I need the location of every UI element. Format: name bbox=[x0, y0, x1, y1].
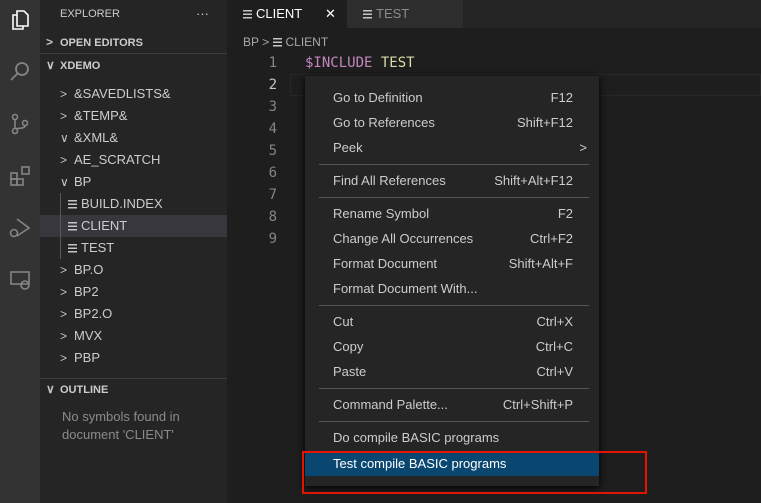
tree-item[interactable]: BUILD.INDEX bbox=[40, 193, 227, 215]
menu-item[interactable]: Go to References Shift+F12 bbox=[305, 111, 599, 135]
line-number: 6 bbox=[268, 165, 277, 181]
file-icon bbox=[68, 222, 77, 232]
explorer-sidebar: EXPLORER ··· > OPEN EDITORS ∨ XDEMO > &SAVE… bbox=[40, 0, 227, 503]
code-keyword: $INCLUDE bbox=[305, 55, 373, 71]
menu-shortcut: Ctrl+Shift+P bbox=[502, 397, 573, 412]
tab-bar: CLIENT ✕ TEST bbox=[227, 0, 761, 28]
search-icon[interactable] bbox=[4, 56, 36, 88]
file-icon bbox=[243, 10, 252, 20]
file-icon bbox=[68, 200, 77, 210]
menu-shortcut: Shift+Alt+F12 bbox=[494, 173, 573, 188]
menu-item[interactable]: Peek > bbox=[305, 136, 599, 160]
code-argument: TEST bbox=[380, 55, 415, 71]
remote-explorer-icon[interactable] bbox=[4, 264, 36, 296]
explorer-icon[interactable] bbox=[4, 4, 36, 36]
line-number: 7 bbox=[268, 187, 277, 203]
code-line-1[interactable]: $INCLUDE TEST bbox=[305, 52, 415, 74]
breadcrumb-separator: > bbox=[262, 35, 270, 49]
line-number: 5 bbox=[268, 143, 277, 159]
tree-item[interactable]: ∨ BP bbox=[40, 171, 227, 193]
chevron-right-icon: > bbox=[60, 329, 68, 343]
chevron-down-icon: ∨ bbox=[46, 58, 55, 72]
tree-item[interactable]: > MVX bbox=[40, 325, 227, 347]
menu-shortcut: Shift+Alt+F bbox=[508, 256, 573, 271]
tab-test[interactable]: TEST bbox=[347, 0, 463, 28]
chevron-right-icon: > bbox=[60, 87, 68, 101]
line-number: 8 bbox=[268, 209, 277, 225]
file-icon bbox=[272, 38, 282, 48]
tree-item[interactable]: CLIENT bbox=[40, 215, 227, 237]
outline-section[interactable]: ∨ OUTLINE bbox=[40, 378, 227, 400]
menu-item[interactable]: Format Document Shift+Alt+F bbox=[305, 252, 599, 276]
chevron-right-icon: > bbox=[46, 35, 54, 49]
chevron-right-icon: > bbox=[60, 307, 68, 321]
chevron-right-icon: > bbox=[60, 263, 68, 277]
menu-shortcut: F2 bbox=[557, 206, 573, 221]
extensions-icon[interactable] bbox=[4, 160, 36, 192]
menu-item[interactable]: Do compile BASIC programs bbox=[305, 426, 599, 450]
chevron-down-icon: ∨ bbox=[60, 175, 69, 189]
line-number: 3 bbox=[268, 99, 277, 115]
file-icon bbox=[363, 10, 372, 20]
menu-shortcut: Ctrl+X bbox=[536, 314, 573, 329]
menu-item[interactable]: Paste Ctrl+V bbox=[305, 360, 599, 384]
menu-separator bbox=[319, 388, 589, 389]
submenu-chevron-icon: > bbox=[579, 140, 587, 155]
menu-item[interactable]: Find All References Shift+Alt+F12 bbox=[305, 169, 599, 193]
tree-item[interactable]: > PBP bbox=[40, 347, 227, 369]
chevron-right-icon: > bbox=[60, 109, 68, 123]
menu-shortcut: Ctrl+V bbox=[536, 364, 573, 379]
chevron-right-icon: > bbox=[60, 351, 68, 365]
workspace-section[interactable]: ∨ XDEMO bbox=[40, 54, 227, 76]
menu-item[interactable]: Change All Occurrences Ctrl+F2 bbox=[305, 227, 599, 251]
menu-shortcut: F12 bbox=[550, 90, 573, 105]
tree-item[interactable]: > BP2.O bbox=[40, 303, 227, 325]
menu-separator bbox=[319, 164, 589, 165]
menu-item[interactable]: Command Palette... Ctrl+Shift+P bbox=[305, 393, 599, 417]
context-menu: Go to Definition F12 Go to References Shift… bbox=[305, 76, 599, 486]
menu-separator bbox=[319, 197, 589, 198]
close-icon[interactable]: ✕ bbox=[325, 0, 336, 28]
file-icon bbox=[68, 244, 77, 254]
chevron-down-icon: ∨ bbox=[46, 382, 55, 396]
chevron-right-icon: > bbox=[60, 285, 68, 299]
run-debug-icon[interactable] bbox=[4, 212, 36, 244]
source-control-icon[interactable] bbox=[4, 108, 36, 140]
menu-separator bbox=[319, 421, 589, 422]
chevron-down-icon: ∨ bbox=[60, 131, 69, 145]
more-actions-icon[interactable]: ··· bbox=[196, 3, 209, 25]
outline-message: No symbols found in document 'CLIENT' bbox=[62, 409, 180, 442]
menu-item[interactable]: Format Document With... bbox=[305, 277, 599, 301]
menu-item[interactable]: Rename Symbol F2 bbox=[305, 202, 599, 226]
tree-item[interactable]: > AE_SCRATCH bbox=[40, 149, 227, 171]
open-editors-section[interactable]: > OPEN EDITORS bbox=[40, 31, 227, 53]
menu-shortcut: Ctrl+F2 bbox=[530, 231, 573, 246]
annotation-highlight-box bbox=[302, 451, 647, 494]
line-number: 2 bbox=[268, 77, 277, 93]
line-number: 1 bbox=[268, 55, 277, 71]
activity-bar bbox=[0, 0, 40, 503]
menu-item[interactable]: Cut Ctrl+X bbox=[305, 310, 599, 334]
breadcrumb: BP > CLIENT bbox=[243, 33, 328, 51]
line-number: 4 bbox=[268, 121, 277, 137]
menu-shortcut: Ctrl+C bbox=[535, 339, 573, 354]
menu-separator bbox=[319, 305, 589, 306]
tree-item[interactable]: TEST bbox=[40, 237, 227, 259]
tree-item[interactable]: > &SAVEDLISTS& bbox=[40, 83, 227, 105]
breadcrumb-folder[interactable]: BP bbox=[243, 35, 259, 49]
line-number: 9 bbox=[268, 231, 277, 247]
breadcrumb-file[interactable]: CLIENT bbox=[286, 35, 329, 49]
indent-guide bbox=[60, 193, 61, 259]
tree-item[interactable]: > &TEMP& bbox=[40, 105, 227, 127]
chevron-right-icon: > bbox=[60, 153, 68, 167]
tab-client[interactable]: CLIENT ✕ bbox=[227, 0, 347, 28]
tree-item[interactable]: > BP2 bbox=[40, 281, 227, 303]
tree-item[interactable]: ∨ &XML& bbox=[40, 127, 227, 149]
menu-item[interactable]: Go to Definition F12 bbox=[305, 86, 599, 110]
menu-shortcut: Shift+F12 bbox=[516, 115, 573, 130]
tree-item[interactable]: > BP.O bbox=[40, 259, 227, 281]
menu-item[interactable]: Copy Ctrl+C bbox=[305, 335, 599, 359]
